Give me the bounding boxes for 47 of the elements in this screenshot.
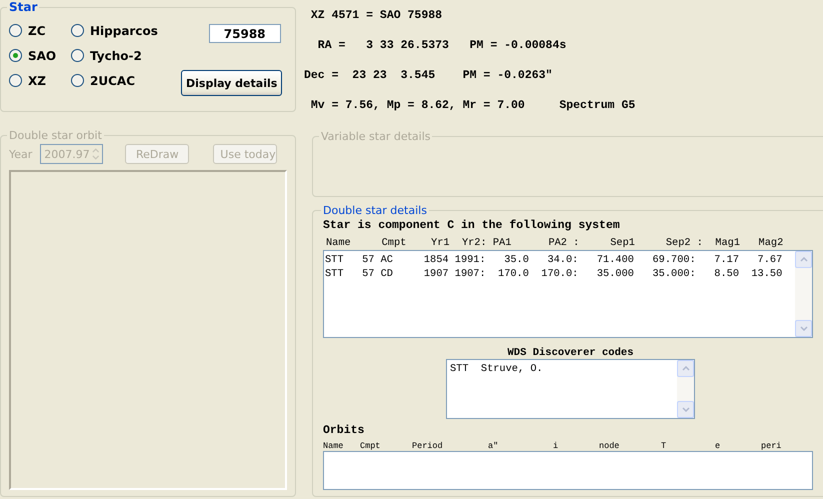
wds-title: WDS Discoverer codes [507,347,634,359]
catalog-radio[interactable]: SAO [9,43,71,68]
scroll-down-button[interactable] [677,401,694,418]
group-title: Variable star details [320,130,432,143]
orbits-list[interactable] [323,451,813,490]
column-header: i [553,441,560,451]
chevron-down-icon [682,407,690,412]
table-header: Name Cmpt Yr1 Yr2: PA1 PA2 : Sep1 Sep2 : Mag1 Mag2 [325,236,784,250]
star-info-line: RA = 3 33 26.5373 PM = -0.00084s [316,39,568,54]
catalog-radio[interactable]: XZ [9,68,71,93]
discoverer-row[interactable]: STT Struve, O. [450,362,676,376]
catalog-radio[interactable]: Hipparcos [71,18,171,43]
column-header: node [599,441,620,451]
component-row[interactable]: STT 57 AC 1854 1991: 35.0 34.0: 71.400 69.700: 7.17 7.67 [325,253,794,267]
scroll-down-button[interactable] [795,320,812,337]
column-header: peri [761,441,782,451]
components-list[interactable]: STT 57 AC 1854 1991: 35.0 34.0: 71.400 69.700: 7.17 7.67 STT 57 CD 1907 1907: 170.0 170.0: 35.000 35.000: 8.50 13.50 [323,250,813,338]
display-details-button[interactable]: Display details [181,70,282,96]
scroll-up-button[interactable] [677,360,694,377]
star-number-field[interactable]: 75988 [208,24,281,43]
star-info-line: Dec = 23 23 3.545 PM = -0.0263" [304,69,554,84]
star-info-line: Mv = 7.56, Mp = 8.62, Mr = 7.00 Spectrum G5 [310,99,636,114]
column-header: Cmpt [360,441,382,451]
year-label: Year [9,148,32,160]
column-header: e [715,441,722,451]
column-header: T [661,441,668,451]
group-title: Double star orbit [8,129,103,142]
star-info-line: XZ 4571 = SAO 75988 [310,9,444,24]
catalog-radio[interactable]: 2UCAC [71,68,171,93]
column-header: Name [323,441,344,451]
chevron-down-icon [800,326,808,331]
scroll-up-button[interactable] [795,251,812,268]
group-title: Star [8,0,38,14]
component-row[interactable]: STT 57 CD 1907 1907: 170.0 170.0: 35.000 35.000: 8.50 13.50 [325,267,794,281]
system-heading: Star is component C in the following system [323,219,621,232]
chevron-up-icon [800,257,808,262]
scrollbar[interactable] [677,360,694,418]
scrollbar[interactable] [795,251,812,337]
column-header: a" [488,441,500,451]
chevron-up-icon [682,366,690,371]
column-header: Period [412,441,444,451]
discoverer-list[interactable]: STT Struve, O. [446,359,695,419]
group-title: Double star details [322,204,428,217]
orbits-title: Orbits [323,424,366,437]
catalog-radio[interactable]: ZC [9,18,71,43]
catalog-radio[interactable]: Tycho-2 [71,43,171,68]
spin-arrows-icon [90,146,102,162]
